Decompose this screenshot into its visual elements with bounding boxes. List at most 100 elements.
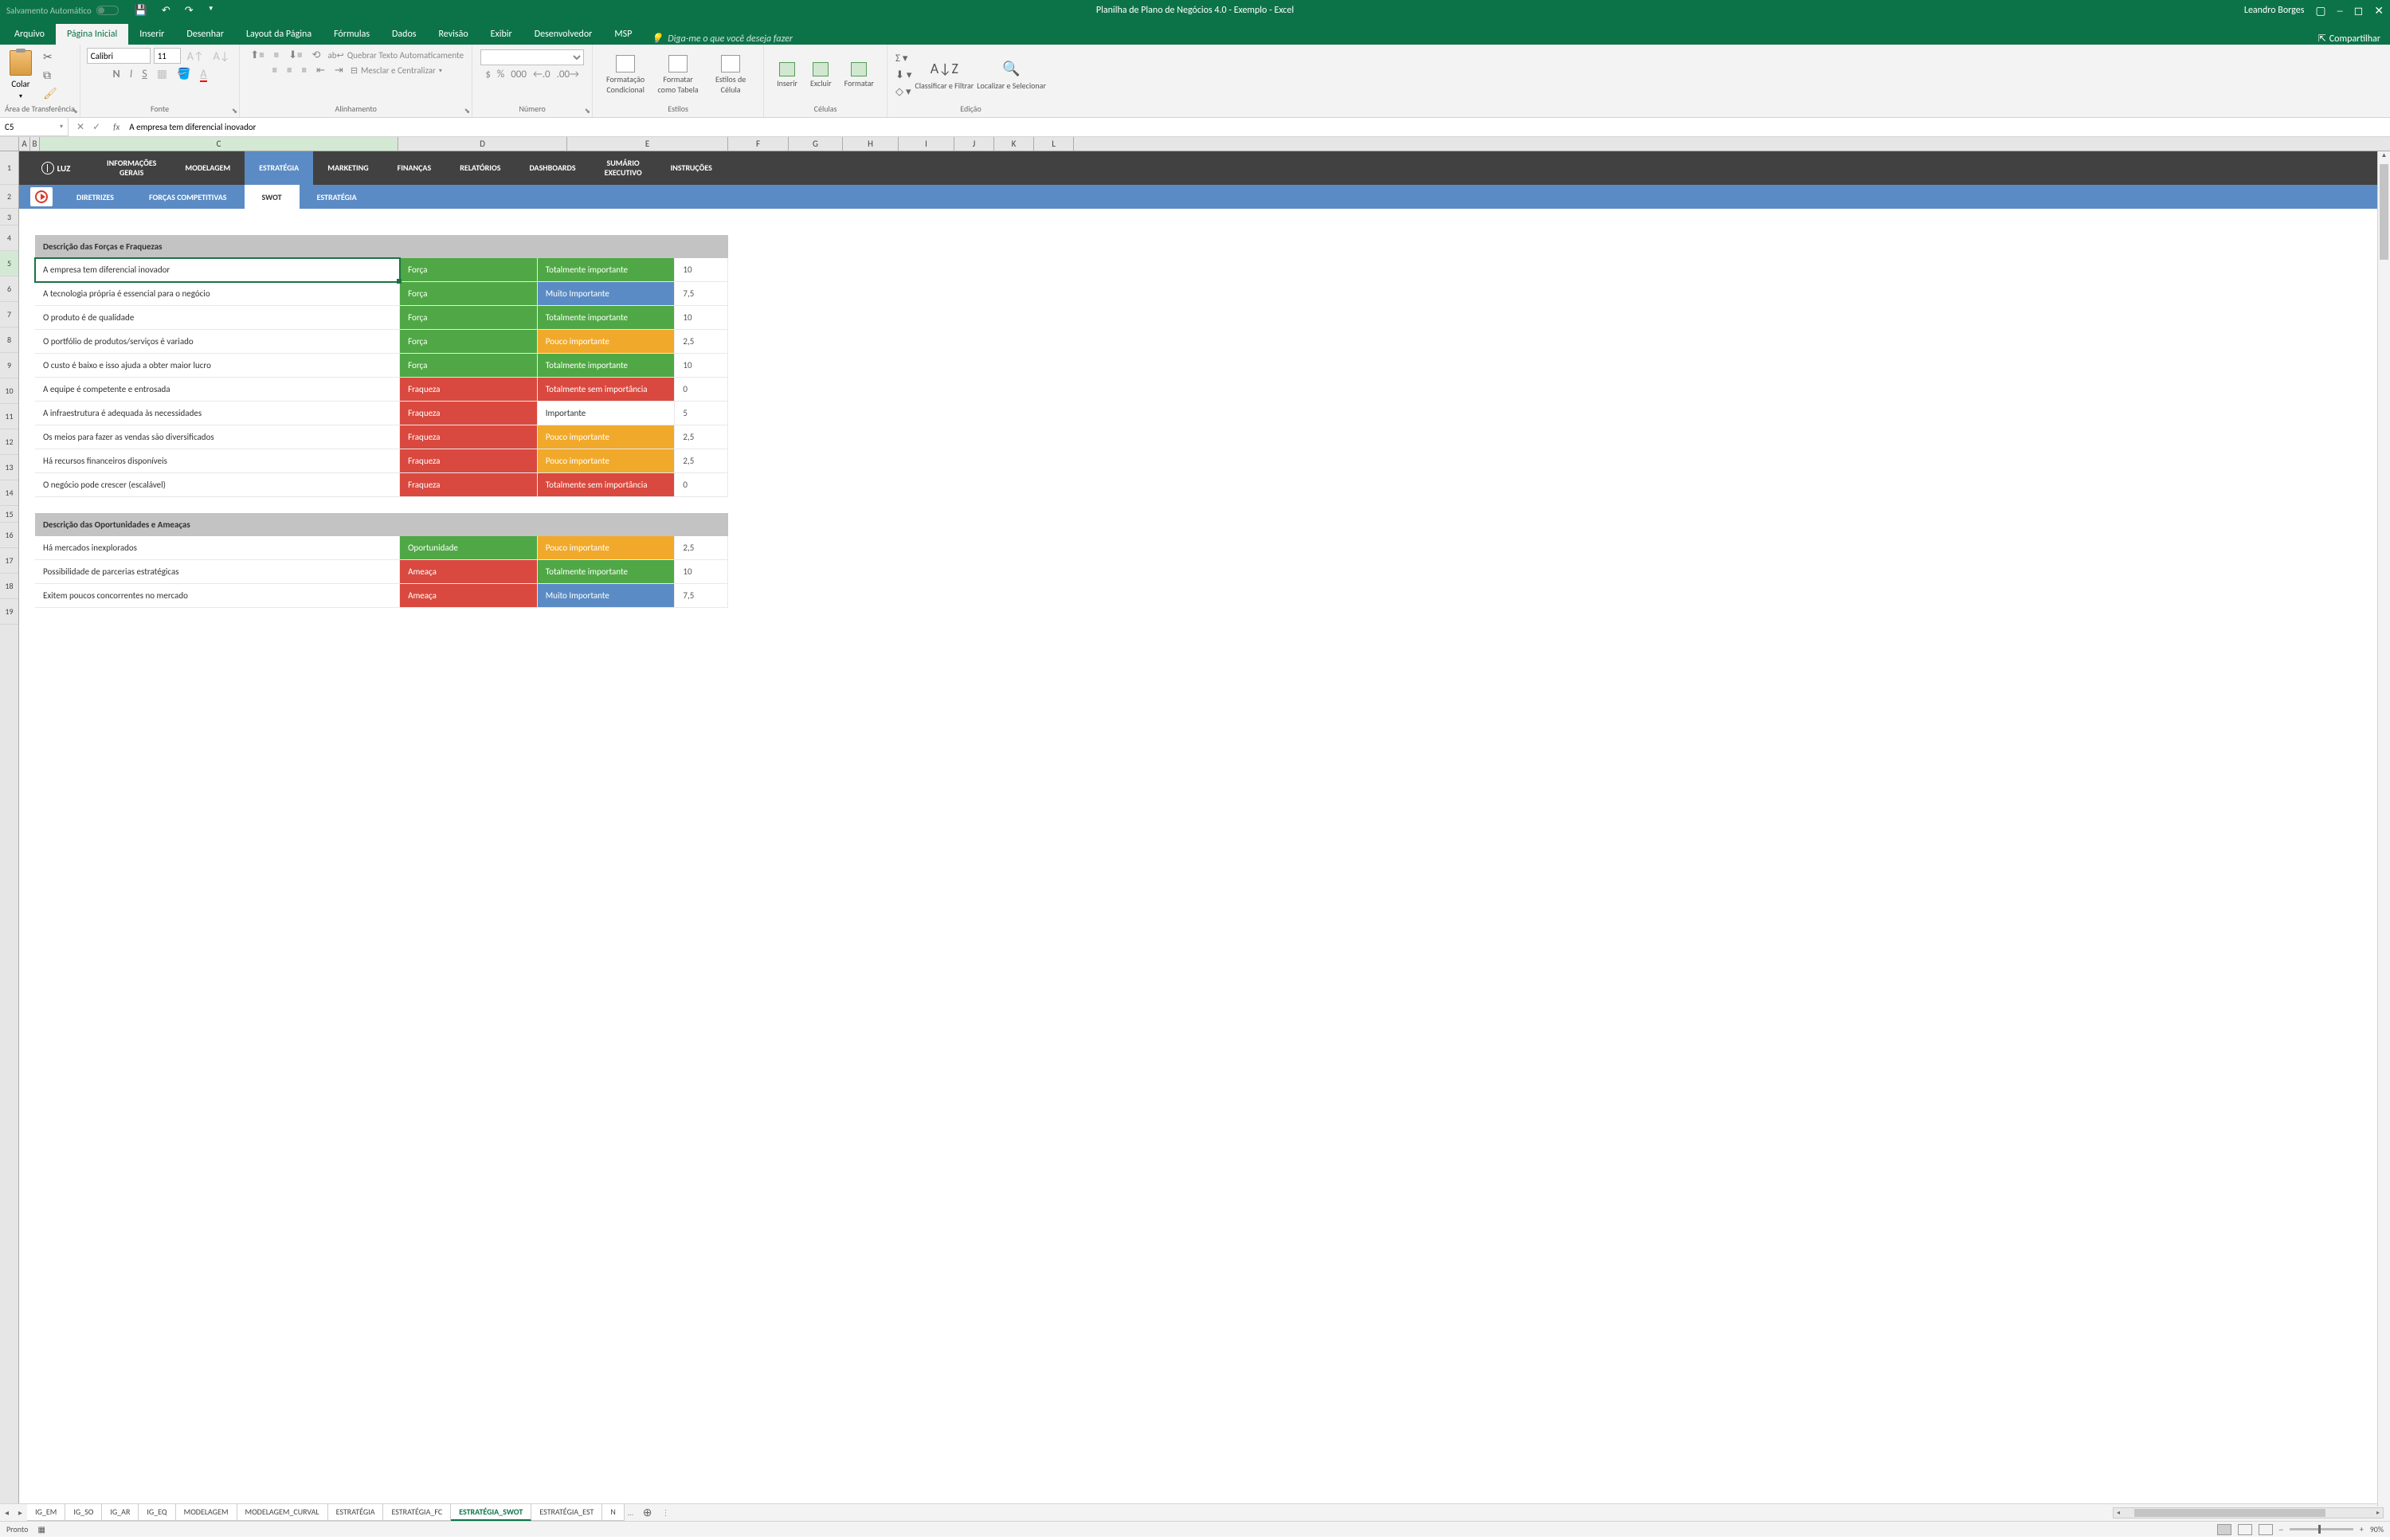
font-name-select[interactable] bbox=[87, 48, 151, 64]
table-row[interactable]: A infraestrutura é adequada às necessida… bbox=[35, 402, 728, 425]
cell-score[interactable]: 7,5 bbox=[675, 584, 728, 608]
cell-importance[interactable]: Totalmente importante bbox=[537, 306, 675, 330]
cancel-formula-icon[interactable]: ✕ bbox=[76, 121, 84, 133]
user-name[interactable]: Leandro Borges bbox=[2244, 5, 2305, 16]
cell-importance[interactable]: Muito Importante bbox=[537, 584, 675, 608]
oportunidades-ameacas-table[interactable]: Há mercados inexploradosOportunidadePouc… bbox=[35, 536, 728, 608]
nav-sumário-executivo[interactable]: SUMÁRIOEXECUTIVO bbox=[590, 151, 656, 185]
nav-estratégia[interactable]: ESTRATÉGIA bbox=[245, 151, 313, 185]
cell-importance[interactable]: Pouco importante bbox=[537, 536, 675, 560]
select-all-button[interactable] bbox=[0, 137, 19, 151]
tabs-more-icon[interactable]: … bbox=[625, 1507, 637, 1518]
clear-icon[interactable]: ◇ ▾ bbox=[895, 86, 911, 98]
cell-styles-button[interactable]: Estilos de Célula bbox=[706, 53, 755, 96]
sheet-tab-estratégia_swot[interactable]: ESTRATÉGIA_SWOT bbox=[451, 1504, 531, 1521]
underline-button[interactable]: S bbox=[139, 67, 150, 80]
cell-description[interactable]: Há mercados inexplorados bbox=[35, 536, 400, 560]
tabs-nav-first[interactable]: ◂ bbox=[0, 1507, 14, 1518]
fill-icon[interactable]: ⬇ ▾ bbox=[895, 69, 911, 81]
cell-description[interactable]: A equipe é competente e entrosada bbox=[35, 378, 400, 402]
cell-importance[interactable]: Importante bbox=[537, 402, 675, 425]
spreadsheet-grid[interactable]: 12345678910111213141516171819 LUZ INFORM… bbox=[0, 151, 2390, 1503]
cell-description[interactable]: O produto é de qualidade bbox=[35, 306, 400, 330]
align-left-icon[interactable]: ≡ bbox=[270, 65, 280, 76]
cell-type[interactable]: Ameaça bbox=[400, 584, 538, 608]
row-header-11[interactable]: 11 bbox=[0, 404, 18, 429]
ribbon-tab-arquivo[interactable]: Arquivo bbox=[3, 24, 56, 45]
find-select-button[interactable]: 🔍 Localizar e Selecionar bbox=[977, 60, 1046, 91]
fill-color-button[interactable]: 🪣 bbox=[174, 67, 194, 80]
sheet-tab-estratégia[interactable]: ESTRATÉGIA bbox=[328, 1504, 384, 1521]
cell-score[interactable]: 2,5 bbox=[675, 425, 728, 449]
cell-description[interactable]: A tecnologia própria é essencial para o … bbox=[35, 282, 400, 306]
forcas-fraquezas-table[interactable]: A empresa tem diferencial inovadorForçaT… bbox=[35, 258, 728, 497]
cell-type[interactable]: Força bbox=[400, 330, 538, 354]
row-header-7[interactable]: 7 bbox=[0, 302, 18, 327]
row-header-4[interactable]: 4 bbox=[0, 225, 18, 251]
table-row[interactable]: O custo é baixo e isso ajuda a obter mai… bbox=[35, 354, 728, 378]
column-header-C[interactable]: C bbox=[40, 137, 398, 151]
nav-modelagem[interactable]: MODELAGEM bbox=[170, 151, 245, 185]
sheet-tab-modelagem_curval[interactable]: MODELAGEM_CURVAL bbox=[237, 1504, 328, 1521]
row-header-15[interactable]: 15 bbox=[0, 506, 18, 523]
paste-button[interactable]: Colar ▾ bbox=[5, 49, 37, 102]
zoom-level[interactable]: 90% bbox=[2370, 1524, 2384, 1534]
page-layout-view-button[interactable] bbox=[2238, 1524, 2252, 1535]
horizontal-scrollbar[interactable]: ◂ ▸ bbox=[2113, 1507, 2384, 1518]
table-row[interactable]: Possibilidade de parcerias estratégicasA… bbox=[35, 560, 728, 584]
cell-score[interactable]: 10 bbox=[675, 354, 728, 378]
qat-customize-icon[interactable]: ▼ bbox=[208, 5, 214, 17]
delete-cells-button[interactable]: Excluir bbox=[805, 61, 836, 90]
align-center-icon[interactable]: ≡ bbox=[284, 65, 294, 76]
sheet-tab-ig_eq[interactable]: IG_EQ bbox=[139, 1504, 175, 1521]
cell-type[interactable]: Força bbox=[400, 306, 538, 330]
column-header-D[interactable]: D bbox=[398, 137, 567, 151]
cell-type[interactable]: Fraqueza bbox=[400, 449, 538, 473]
row-header-19[interactable]: 19 bbox=[0, 599, 18, 625]
zoom-slider[interactable] bbox=[2290, 1528, 2353, 1530]
subnav-estratégia[interactable]: ESTRATÉGIA bbox=[300, 185, 374, 209]
row-header-9[interactable]: 9 bbox=[0, 353, 18, 378]
table-row[interactable]: Há recursos financeiros disponíveisFraqu… bbox=[35, 449, 728, 473]
align-middle-icon[interactable]: ≡ bbox=[272, 49, 281, 61]
percent-format-icon[interactable]: % bbox=[497, 69, 504, 80]
cell-type[interactable]: Fraqueza bbox=[400, 473, 538, 497]
row-header-3[interactable]: 3 bbox=[0, 209, 18, 225]
cell-score[interactable]: 2,5 bbox=[675, 330, 728, 354]
column-header-J[interactable]: J bbox=[954, 137, 994, 151]
merge-center-button[interactable]: ⊟ Mesclar e Centralizar ▾ bbox=[351, 65, 442, 76]
row-header-12[interactable]: 12 bbox=[0, 429, 18, 455]
decrease-decimal-icon[interactable]: .00→ bbox=[557, 69, 579, 80]
cut-icon[interactable]: ✂ bbox=[40, 49, 61, 65]
sheet-tab-ig_ar[interactable]: IG_AR bbox=[102, 1504, 139, 1521]
cell-type[interactable]: Ameaça bbox=[400, 560, 538, 584]
vertical-scrollbar[interactable]: ▲ bbox=[2377, 151, 2390, 1507]
sheet-tab-n[interactable]: N bbox=[602, 1504, 624, 1521]
sheet-tab-estratégia_fc[interactable]: ESTRATÉGIA_FC bbox=[383, 1504, 451, 1521]
row-header-16[interactable]: 16 bbox=[0, 523, 18, 548]
accept-formula-icon[interactable]: ✓ bbox=[92, 121, 100, 133]
record-button[interactable] bbox=[30, 187, 53, 206]
formula-input[interactable]: A empresa tem diferencial inovador bbox=[124, 122, 2390, 132]
tell-me-search[interactable]: 💡 Diga-me o que você deseja fazer bbox=[651, 33, 793, 45]
increase-decimal-icon[interactable]: ←.0 bbox=[533, 69, 550, 80]
ribbon-tab-desenvolvedor[interactable]: Desenvolvedor bbox=[523, 24, 604, 45]
row-header-17[interactable]: 17 bbox=[0, 548, 18, 574]
clipboard-dialog-launcher[interactable]: ⬊ bbox=[72, 107, 78, 116]
new-sheet-button[interactable]: ⊕ bbox=[637, 1506, 659, 1519]
table-row[interactable]: Há mercados inexploradosOportunidadePouc… bbox=[35, 536, 728, 560]
cell-score[interactable]: 10 bbox=[675, 258, 728, 282]
cell-score[interactable]: 0 bbox=[675, 378, 728, 402]
cell-importance[interactable]: Totalmente importante bbox=[537, 354, 675, 378]
insert-cells-button[interactable]: Inserir bbox=[772, 61, 802, 90]
cell-description[interactable]: O custo é baixo e isso ajuda a obter mai… bbox=[35, 354, 400, 378]
page-break-view-button[interactable] bbox=[2259, 1524, 2273, 1535]
sort-filter-button[interactable]: A↓Z Classificar e Filtrar bbox=[915, 60, 974, 91]
column-header-H[interactable]: H bbox=[843, 137, 899, 151]
table-row[interactable]: Exitem poucos concorrentes no mercadoAme… bbox=[35, 584, 728, 608]
cell-importance[interactable]: Pouco importante bbox=[537, 449, 675, 473]
cell-importance[interactable]: Pouco importante bbox=[537, 425, 675, 449]
cell-type[interactable]: Força bbox=[400, 354, 538, 378]
fx-icon[interactable]: fx bbox=[108, 122, 124, 132]
sheet-tab-ig_em[interactable]: IG_EM bbox=[27, 1504, 65, 1521]
